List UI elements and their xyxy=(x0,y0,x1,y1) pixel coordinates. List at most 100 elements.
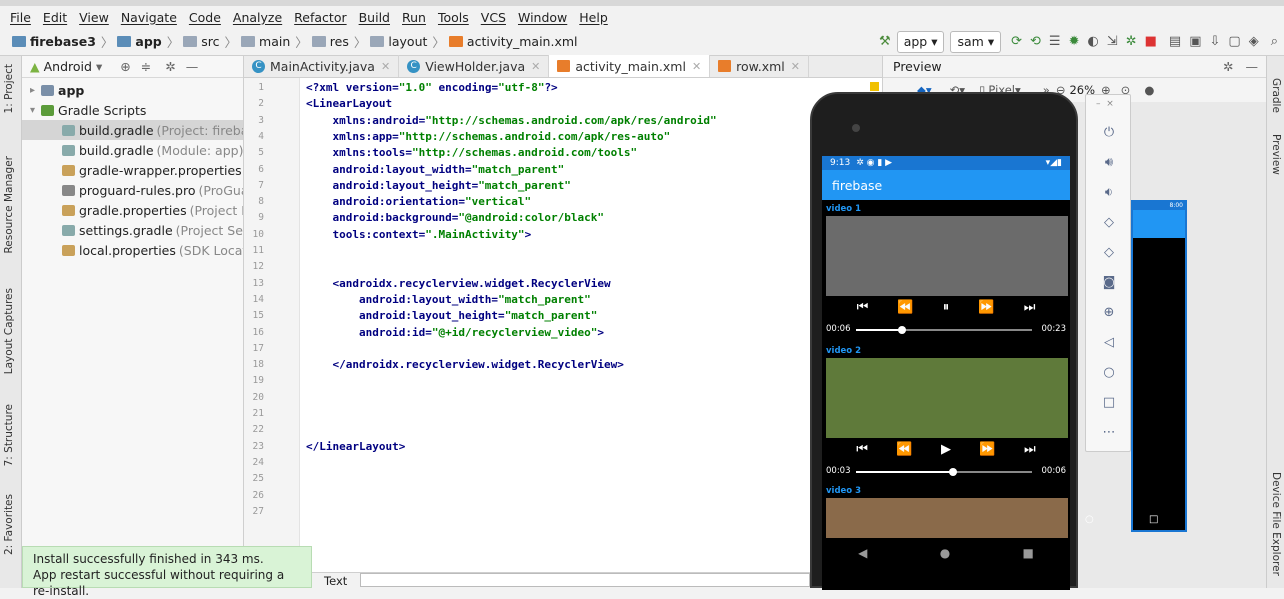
rewind-icon[interactable]: ⏪ xyxy=(896,442,912,457)
prev-icon[interactable]: ⏮ xyxy=(857,300,869,315)
tool-tab-3[interactable]: 7: Structure xyxy=(3,404,15,466)
next-icon[interactable]: ⏭ xyxy=(1024,442,1036,457)
minimize-icon[interactable]: — xyxy=(1246,59,1259,74)
video-frame[interactable] xyxy=(826,358,1068,438)
video-frame[interactable] xyxy=(826,216,1068,296)
tree-item[interactable]: build.gradle(Project: firebase) xyxy=(22,120,243,140)
tree-item[interactable]: local.properties(SDK Location) xyxy=(22,240,243,260)
video-seekbar[interactable]: 00:06 00:23 xyxy=(822,324,1070,336)
menu-item-edit[interactable]: Edit xyxy=(43,10,67,25)
hammer-icon[interactable]: ⚒ xyxy=(879,31,891,53)
rotate-left-icon[interactable]: ◇ xyxy=(1086,215,1132,230)
tree-item[interactable]: build.gradle (Module: app) xyxy=(22,140,243,160)
debug-icon[interactable]: ✹ xyxy=(1069,31,1080,53)
seek-track[interactable] xyxy=(856,468,1032,476)
tool-tab-2[interactable]: Layout Captures xyxy=(3,288,15,374)
attach-debugger-icon[interactable]: ⇲ xyxy=(1107,31,1118,53)
menu-item-analyze[interactable]: Analyze xyxy=(233,10,282,25)
menu-item-file[interactable]: File xyxy=(10,10,31,25)
video-seekbar[interactable]: 00:03 00:06 xyxy=(822,466,1070,478)
menu-item-navigate[interactable]: Navigate xyxy=(121,10,177,25)
project-view-select[interactable]: Android xyxy=(44,59,92,74)
menu-item-code[interactable]: Code xyxy=(189,10,221,25)
breadcrumb-item[interactable]: firebase3 〉 xyxy=(12,32,113,51)
search-icon[interactable]: ⌕ xyxy=(1271,31,1278,53)
tree-item[interactable]: settings.gradle(Project Setting xyxy=(22,220,243,240)
menu-item-run[interactable]: Run xyxy=(402,10,426,25)
expand-arrow-icon[interactable]: ▾ xyxy=(30,105,35,116)
power-icon[interactable]: ⏻ xyxy=(1086,125,1132,140)
menu-item-tools[interactable]: Tools xyxy=(438,10,469,25)
breadcrumb-item[interactable]: app 〉 xyxy=(117,32,179,51)
expand-arrow-icon[interactable]: ▸ xyxy=(30,85,35,96)
back-icon[interactable]: ◁ xyxy=(1086,335,1132,350)
forward-icon[interactable]: ⏩ xyxy=(978,300,994,315)
video-frame[interactable] xyxy=(826,498,1068,538)
tool-tab-0[interactable]: 1: Project xyxy=(3,64,15,113)
editor-tab[interactable]: row.xml ✕ xyxy=(710,55,809,77)
close-icon[interactable]: ✕ xyxy=(692,60,701,73)
layout-inspector-icon[interactable]: ◈ xyxy=(1249,31,1259,53)
gear-icon[interactable]: ✲ xyxy=(1223,59,1233,74)
volume-down-icon[interactable]: 🔉︎ xyxy=(1086,185,1132,200)
tree-item[interactable]: ▾ Gradle Scripts xyxy=(22,100,243,120)
sync-icon[interactable]: ▤ xyxy=(1169,31,1181,53)
menu-item-refactor[interactable]: Refactor xyxy=(294,10,346,25)
tool-tab-1[interactable]: Resource Manager xyxy=(3,156,15,254)
run-config-select[interactable]: app ▾ xyxy=(896,30,945,53)
sdk-manager-icon[interactable]: ⇩ xyxy=(1210,31,1221,53)
warning-marker[interactable] xyxy=(870,82,879,91)
breadcrumb-item[interactable]: res 〉 xyxy=(311,32,366,51)
play-icon[interactable]: ▶ xyxy=(941,442,951,457)
editor-tab[interactable]: activity_main.xml ✕ xyxy=(549,55,711,77)
emulator-screen[interactable]: 9:13 ✲ ◉ ▮ ▶ ▾◢▮ firebase video 1 ⏮ ⏪ ⏸ ⏩ ⏭ 00… xyxy=(822,156,1070,590)
next-icon[interactable]: ⏭ xyxy=(1024,300,1036,315)
tree-item[interactable]: ▸ app xyxy=(22,80,243,100)
install-notification[interactable]: Install successfully finished in 343 ms.… xyxy=(22,546,312,598)
rewind-icon[interactable]: ⏪ xyxy=(897,300,913,315)
tree-item[interactable]: gradle.properties(Project Prop xyxy=(22,200,243,220)
seek-knob[interactable] xyxy=(897,326,906,334)
apply-changes-icon[interactable]: ⟳ xyxy=(1011,31,1022,53)
device-select[interactable]: sam ▾ xyxy=(950,30,1002,53)
stop-icon[interactable]: ■ xyxy=(1145,31,1157,53)
rotate-right-icon[interactable]: ◇ xyxy=(1086,245,1132,260)
prev-icon[interactable]: ⏮ xyxy=(856,442,868,457)
right-tool-tab-1[interactable]: Preview xyxy=(1270,134,1282,175)
tool-tab-4[interactable]: 2: Favorites xyxy=(3,494,15,555)
right-tool-tab-2[interactable]: Device File Explorer xyxy=(1270,472,1282,576)
right-tool-tab-0[interactable]: Gradle xyxy=(1270,78,1282,113)
device-manager-icon[interactable]: ▢ xyxy=(1228,31,1240,53)
chevron-down-icon[interactable]: ▾ xyxy=(96,59,102,74)
profile-icon[interactable]: ◐ xyxy=(1087,31,1098,53)
editor-tab[interactable]: C MainActivity.java ✕ xyxy=(244,55,400,77)
menu-item-build[interactable]: Build xyxy=(359,10,390,25)
editor-tab[interactable]: C ViewHolder.java ✕ xyxy=(399,55,550,77)
tab-text[interactable]: Text xyxy=(324,574,347,588)
tree-item[interactable]: proguard-rules.pro(ProGuard xyxy=(22,180,243,200)
pause-icon[interactable]: ⏸ xyxy=(943,300,950,315)
forward-icon[interactable]: ⏩ xyxy=(979,442,995,457)
menu-item-help[interactable]: Help xyxy=(579,10,608,25)
locate-icon[interactable]: ⊕ xyxy=(120,59,130,74)
menu-item-vcs[interactable]: VCS xyxy=(481,10,506,25)
more-icon[interactable]: ⋯ xyxy=(1086,425,1132,440)
close-icon[interactable]: ✕ xyxy=(381,60,390,73)
seek-knob[interactable] xyxy=(948,468,957,476)
tree-item[interactable]: gradle-wrapper.properties(Gra xyxy=(22,160,243,180)
overview-icon[interactable]: □ xyxy=(1086,395,1132,410)
menu-item-view[interactable]: View xyxy=(79,10,109,25)
close-icon[interactable]: ✕ xyxy=(791,60,800,73)
volume-up-icon[interactable]: 🔊︎ xyxy=(1086,155,1132,170)
debug-bug-icon[interactable]: ✲ xyxy=(1126,31,1137,53)
breadcrumb-item[interactable]: main 〉 xyxy=(241,32,308,51)
back-icon[interactable]: ◀ xyxy=(858,546,867,560)
close-icon[interactable]: ✕ xyxy=(531,60,540,73)
screenshot-icon[interactable]: ◙ xyxy=(1086,275,1132,290)
minimize-icon[interactable]: — xyxy=(186,59,199,74)
seek-track[interactable] xyxy=(856,326,1032,334)
zoom-icon[interactable]: ⊕ xyxy=(1086,305,1132,320)
code-area[interactable]: <?xml version="1.0" encoding="utf-8"?> <L… xyxy=(306,78,876,572)
minimize-icon[interactable]: – × xyxy=(1086,99,1132,109)
breadcrumb-item[interactable]: layout 〉 xyxy=(370,32,445,51)
